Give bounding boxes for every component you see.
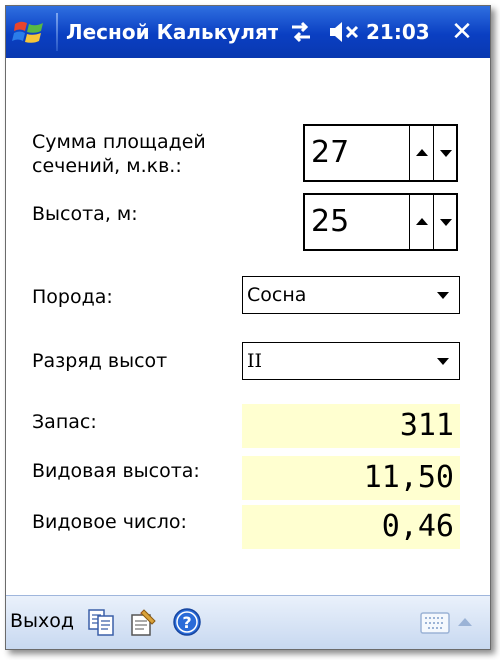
height-up-button[interactable] xyxy=(409,195,434,249)
windows-start-icon[interactable] xyxy=(12,16,46,48)
settings-icon[interactable] xyxy=(128,607,158,637)
keyboard-icon[interactable] xyxy=(420,612,450,634)
title-bar: Лесной Калькулятор 21:03 ✕ xyxy=(6,6,490,58)
species-height-value: 11,50 xyxy=(363,460,454,495)
basal-area-down-button[interactable] xyxy=(433,126,458,180)
stock-label: Запас: xyxy=(32,411,97,433)
svg-text:?: ? xyxy=(182,613,191,632)
form-factor-label: Видовое число: xyxy=(32,511,187,533)
height-down-button[interactable] xyxy=(433,195,458,249)
arrow-up-icon xyxy=(416,218,428,225)
title-separator xyxy=(56,13,58,51)
clock[interactable]: 21:03 xyxy=(366,20,430,44)
arrow-down-icon xyxy=(440,150,452,157)
connectivity-icon[interactable] xyxy=(288,20,314,44)
species-height-label: Видовая высота: xyxy=(32,460,200,482)
height-label: Высота, м: xyxy=(32,203,138,225)
arrow-up-icon xyxy=(416,149,428,156)
height-stepper[interactable]: 25 xyxy=(303,193,458,251)
height-value[interactable]: 25 xyxy=(311,204,349,240)
height-class-dropdown[interactable]: II xyxy=(242,342,460,380)
app-window: Лесной Калькулятор 21:03 ✕ Сумма площаде… xyxy=(5,5,491,650)
exit-menu-button[interactable]: Выход xyxy=(10,610,74,632)
height-class-label: Разряд высот xyxy=(32,350,168,372)
sip-arrow-up-icon[interactable] xyxy=(458,618,472,626)
height-class-value: II xyxy=(247,350,263,372)
species-dropdown[interactable]: Сосна xyxy=(242,276,460,314)
basal-area-value[interactable]: 27 xyxy=(311,135,349,171)
basal-area-up-button[interactable] xyxy=(409,126,434,180)
species-height-result: 11,50 xyxy=(242,456,460,500)
basal-area-label: Сумма площадей сечений, м.кв.: xyxy=(32,131,206,177)
species-value: Сосна xyxy=(247,284,307,306)
form-factor-result: 0,46 xyxy=(242,505,460,549)
stock-value: 311 xyxy=(399,408,454,443)
basal-area-stepper[interactable]: 27 xyxy=(303,124,458,182)
menu-bar: Выход ? xyxy=(6,595,490,649)
chevron-down-icon xyxy=(437,358,449,365)
form-factor-value: 0,46 xyxy=(381,509,454,544)
species-label: Порода: xyxy=(32,286,113,308)
volume-muted-icon[interactable] xyxy=(328,20,362,44)
help-icon[interactable]: ? xyxy=(172,607,202,637)
arrow-down-icon xyxy=(440,219,452,226)
chevron-down-icon xyxy=(437,292,449,299)
stock-result: 311 xyxy=(242,404,460,448)
close-button[interactable]: ✕ xyxy=(446,16,478,48)
copy-icon[interactable] xyxy=(86,607,116,637)
app-title: Лесной Калькулятор xyxy=(66,20,278,44)
